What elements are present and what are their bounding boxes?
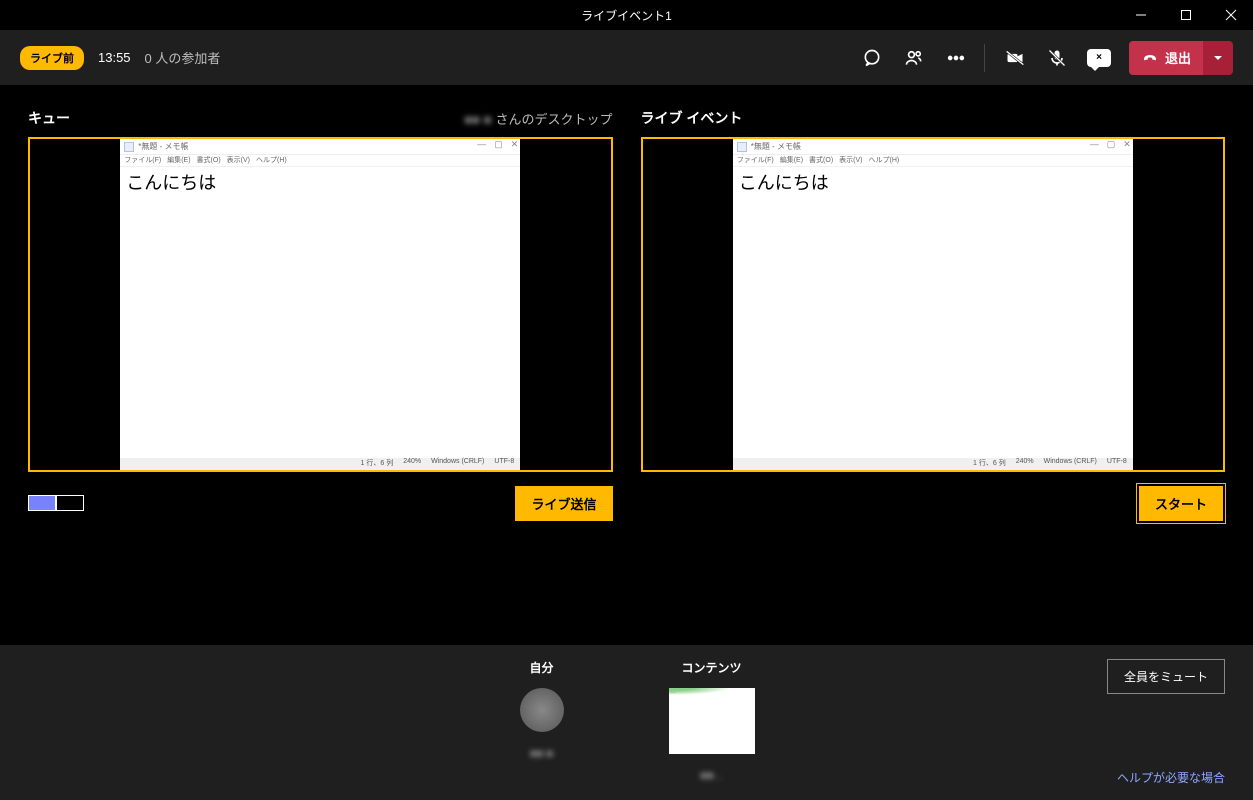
notepad-content: こんにちは	[120, 167, 520, 458]
layout-swatch-alt[interactable]	[56, 495, 84, 511]
window-close-button[interactable]	[1208, 0, 1253, 30]
leave-button-label: 退出	[1165, 48, 1191, 67]
queue-preview[interactable]: *無題 - メモ帳 —▢✕ ファイル(F)編集(E)書式(O)表示(V)ヘルプ(…	[28, 137, 613, 472]
content-tile[interactable]: コンテンツ ... ■■...	[662, 659, 762, 782]
notepad-statusbar: 1 行、6 列240%Windows (CRLF)UTF-8	[120, 458, 520, 470]
live-panel: ライブ イベント *無題 - メモ帳 —▢✕ ファイル(F)編集(E)書式(O)…	[641, 105, 1226, 625]
send-live-button[interactable]: ライブ送信	[515, 486, 612, 521]
leave-button[interactable]: 退出	[1129, 41, 1203, 75]
window-titlebar: ライブイベント1	[0, 0, 1253, 30]
layout-swatches	[28, 495, 84, 511]
leave-options-button[interactable]	[1203, 41, 1233, 75]
content-name: ■■...	[700, 770, 722, 782]
help-link[interactable]: ヘルプが必要な場合	[1117, 769, 1225, 786]
people-icon[interactable]	[894, 38, 934, 78]
mic-off-icon[interactable]	[1037, 38, 1077, 78]
notepad-window-live: *無題 - メモ帳 —▢✕ ファイル(F)編集(E)書式(O)表示(V)ヘルプ(…	[733, 139, 1133, 470]
window-title: ライブイベント1	[581, 7, 672, 24]
live-preview[interactable]: *無題 - メモ帳 —▢✕ ファイル(F)編集(E)書式(O)表示(V)ヘルプ(…	[641, 137, 1226, 472]
queue-panel: キュー ■■ ■さんのデスクトップ *無題 - メモ帳 —▢✕ ファイル(F)編…	[28, 105, 613, 625]
content-tray: 自分 ■■ ■ コンテンツ ... ■■... 全員をミュート ヘルプが必要な場…	[0, 645, 1253, 800]
content-label: コンテンツ	[681, 659, 741, 676]
live-status-pill: ライブ前	[20, 46, 84, 70]
chat-icon[interactable]	[852, 38, 892, 78]
window-maximize-button[interactable]	[1163, 0, 1208, 30]
stage-area: キュー ■■ ■さんのデスクトップ *無題 - メモ帳 —▢✕ ファイル(F)編…	[0, 85, 1253, 645]
captions-button[interactable]: ×	[1079, 38, 1119, 78]
layout-swatch-active[interactable]	[28, 495, 56, 511]
queue-title: キュー	[28, 108, 70, 128]
window-minimize-button[interactable]	[1118, 0, 1163, 30]
live-title: ライブ イベント	[641, 108, 743, 128]
more-options-icon[interactable]	[936, 38, 976, 78]
self-tile[interactable]: 自分 ■■ ■	[492, 659, 592, 782]
content-thumbnail: ...	[669, 688, 755, 754]
self-name: ■■ ■	[530, 748, 553, 760]
self-label: 自分	[529, 659, 553, 676]
start-button[interactable]: スタート	[1137, 484, 1225, 523]
queue-source-label: ■■ ■さんのデスクトップ	[464, 109, 612, 128]
meeting-timer: 13:55	[98, 50, 131, 65]
avatar	[520, 688, 564, 732]
meeting-toolbar: ライブ前 13:55 0 人の参加者 × 退出	[0, 30, 1253, 85]
toolbar-divider	[984, 44, 985, 72]
mute-all-button[interactable]: 全員をミュート	[1107, 659, 1225, 694]
notepad-window: *無題 - メモ帳 —▢✕ ファイル(F)編集(E)書式(O)表示(V)ヘルプ(…	[120, 139, 520, 470]
notepad-title: *無題 - メモ帳	[138, 141, 188, 152]
notepad-menu: ファイル(F)編集(E)書式(O)表示(V)ヘルプ(H)	[120, 155, 520, 167]
participant-count: 0 人の参加者	[145, 48, 221, 67]
camera-off-icon[interactable]	[995, 38, 1035, 78]
